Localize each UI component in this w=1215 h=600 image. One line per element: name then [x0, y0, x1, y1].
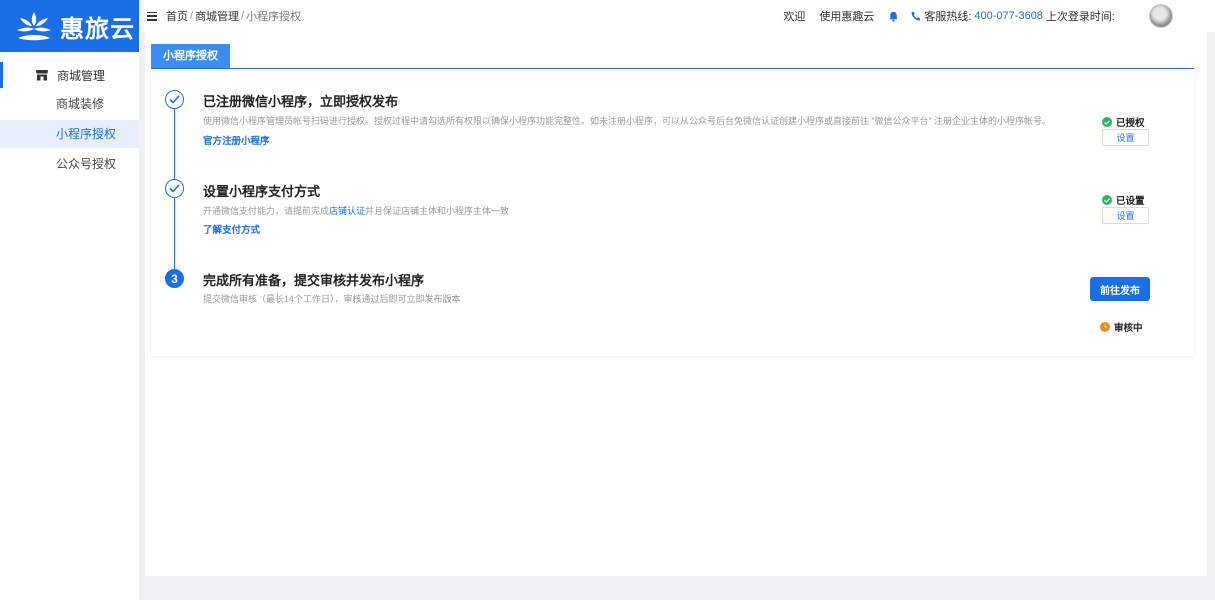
shop-icon	[36, 70, 48, 81]
step-1-description: 使用微信小程序管理员帐号扫码进行授权。授权过程中请勾选所有权限以确保小程序功能完…	[203, 116, 1052, 126]
steps-card: 已注册微信小程序，立即授权发布 使用微信小程序管理员帐号扫码进行授权。授权过程中…	[151, 71, 1194, 356]
app-name: 惠旅云	[60, 14, 135, 43]
step-2-title: 设置小程序支付方式	[203, 184, 321, 199]
step-3-title: 完成所有准备，提交审核并发布小程序	[203, 273, 425, 288]
publish-button[interactable]: 前往发布	[1090, 277, 1150, 301]
header-right: 欢迎 使用惠趣云 客服热线: 400-077-3608 上次登录时间:	[783, 0, 1215, 32]
user-avatar[interactable]	[1149, 4, 1173, 28]
tab-bar: 小程序授权	[151, 44, 1194, 69]
hotline-label: 客服热线:	[924, 11, 972, 23]
sidebar-item-miniprogram-auth[interactable]: 小程序授权	[0, 120, 139, 148]
sidebar-item-mall-decoration[interactable]: 商城装修	[0, 90, 139, 118]
step-3-status: 审核中	[1100, 320, 1143, 334]
step-2-status: 已设置	[1102, 193, 1145, 207]
register-miniprogram-link[interactable]: 官方注册小程序	[203, 133, 270, 147]
logo-flower-icon	[17, 12, 51, 41]
tab-miniprogram-auth[interactable]: 小程序授权	[151, 44, 230, 68]
sidebar-menu: 商城管理 商城装修 小程序授权 公众号授权	[0, 62, 139, 178]
check-circle-icon	[1102, 195, 1112, 205]
sidebar: 惠旅云 商城管理 商城装修 小程序授权 公众号授权	[0, 0, 139, 600]
step-1-check-icon	[165, 90, 184, 109]
check-circle-icon	[1102, 117, 1112, 127]
bell-icon[interactable]	[888, 11, 899, 22]
step-1-status: 已授权	[1102, 115, 1145, 129]
breadcrumb-separator: /	[190, 10, 194, 22]
top-header: 首页 / 商城管理 / 小程序授权 欢迎 使用惠趣云 客服热线: 400-077…	[139, 0, 1215, 32]
step-3-status-text: 审核中	[1114, 323, 1143, 334]
welcome-text: 欢迎	[783, 11, 806, 23]
breadcrumb-separator: /	[241, 10, 245, 22]
breadcrumb-current: 小程序授权	[246, 11, 302, 23]
sidebar-item-official-account-auth[interactable]: 公众号授权	[0, 150, 139, 178]
step-2-desc-after: 并且保证店铺主体和小程序主体一致	[365, 206, 510, 216]
store-verification-link[interactable]: 店铺认证	[329, 206, 365, 216]
step-1-status-text: 已授权	[1116, 118, 1145, 129]
menu-toggle-icon[interactable]	[147, 11, 157, 21]
breadcrumb-home[interactable]: 首页	[166, 8, 188, 24]
step-1-settings-button[interactable]: 设置	[1102, 129, 1149, 146]
app-logo[interactable]: 惠旅云	[0, 0, 139, 52]
last-login-label: 上次登录时间:	[1045, 11, 1115, 23]
sidebar-group-label: 商城管理	[57, 68, 106, 83]
step-2-status-text: 已设置	[1116, 196, 1145, 207]
using-text: 使用惠趣云	[819, 11, 875, 23]
step-3-description: 提交微信审核（最长14个工作日），审核通过后即可立即发布版本	[203, 294, 461, 304]
phone-icon	[911, 11, 921, 21]
hotline-number: 400-077-3608	[974, 10, 1043, 22]
step-2-settings-button[interactable]: 设置	[1102, 207, 1149, 224]
sidebar-group-mall-management[interactable]: 商城管理	[0, 62, 139, 88]
step-3-number-badge: 3	[165, 269, 184, 288]
learn-payment-link[interactable]: 了解支付方式	[203, 222, 260, 236]
breadcrumb-section[interactable]: 商城管理	[195, 8, 239, 24]
step-2-desc-before: 开通微信支付能力，请提前完成	[203, 206, 330, 216]
step-2-description: 开通微信支付能力，请提前完成店铺认证并且保证店铺主体和小程序主体一致	[203, 204, 509, 217]
step-2-check-icon	[165, 179, 184, 198]
main-content: 小程序授权 已注册微信小程序，立即授权发布 使用微信小程序管理员帐号扫码进行授权…	[145, 32, 1207, 576]
step-1-title: 已注册微信小程序，立即授权发布	[203, 94, 399, 109]
clock-icon	[1100, 322, 1110, 332]
